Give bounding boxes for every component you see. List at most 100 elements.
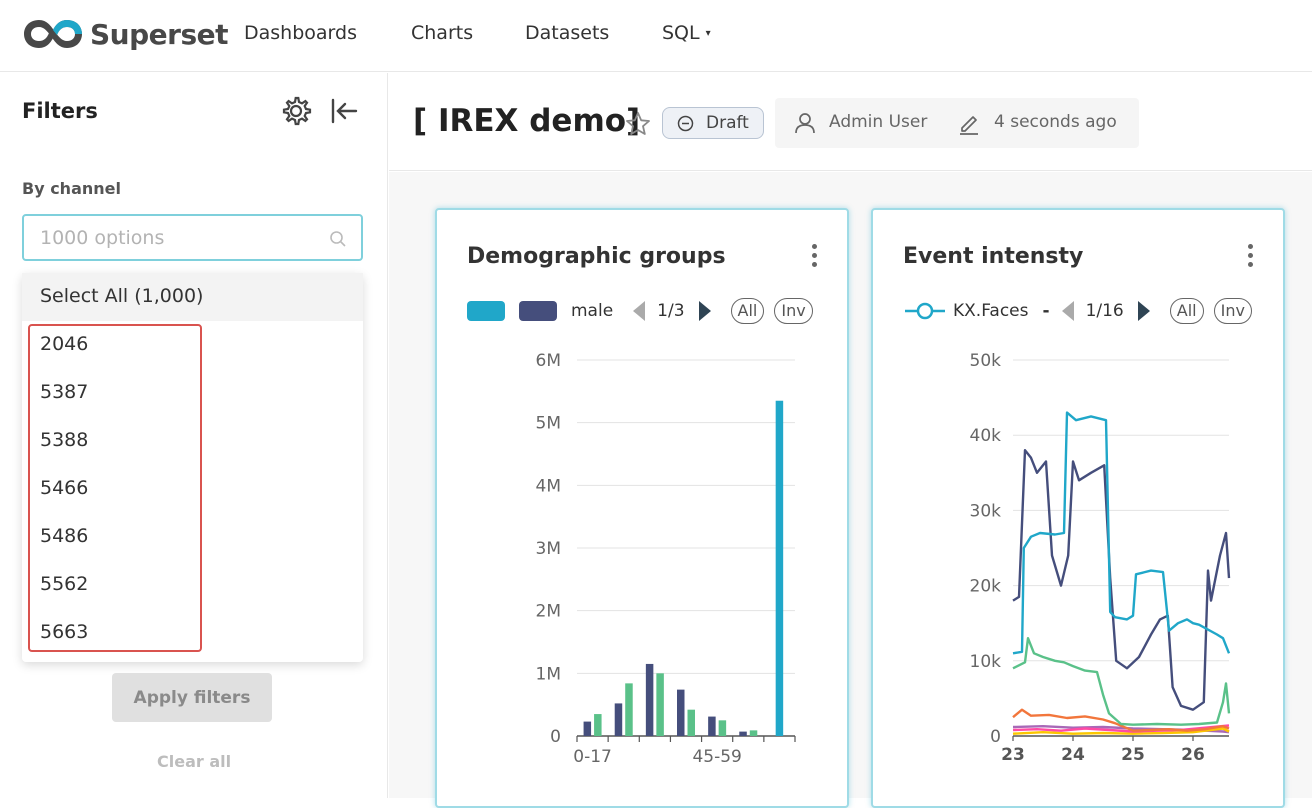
y-tick-label: 0 <box>990 727 1001 747</box>
event-intensity-line-chart: 0 10k 20k 30k 40k 50k 23 24 25 26 <box>970 351 1231 765</box>
bar <box>614 703 623 736</box>
x-tick-label: 0-17 <box>573 747 612 767</box>
chart-card-intensity: Event intensty KX.Faces - 1/16 All Inv 0… <box>871 208 1285 808</box>
bar <box>718 720 727 736</box>
bar <box>775 400 784 736</box>
draft-status-badge[interactable]: Draft <box>662 107 764 139</box>
more-vertical-icon[interactable] <box>1245 244 1255 272</box>
chart-title: Event intensty <box>903 244 1084 269</box>
option-item[interactable]: 5387 <box>22 369 363 417</box>
y-tick-label: 20k <box>970 577 1002 597</box>
legend-page: 1/3 <box>657 301 685 321</box>
filter-label-by-channel: By channel <box>22 179 121 198</box>
nav-sql-label: SQL <box>662 22 700 44</box>
legend-label[interactable]: KX.Faces <box>953 301 1029 321</box>
superset-logo-icon <box>24 20 82 48</box>
caret-down-icon: ▾ <box>705 28 711 39</box>
bar <box>645 663 654 736</box>
legend-swatch[interactable] <box>467 301 505 321</box>
dashboard-title[interactable]: [ IREX demo] <box>413 103 640 139</box>
draft-label: Draft <box>706 113 749 133</box>
legend-inv-button[interactable]: Inv <box>774 298 813 324</box>
x-tick-label: 26 <box>1181 745 1205 765</box>
nav-dashboards[interactable]: Dashboards <box>244 22 357 44</box>
bar <box>656 673 664 736</box>
minus-circle-icon <box>677 115 694 132</box>
dashboard-grid: Demographic groups male 1/3 All Inv 0 1M 2… <box>389 172 1312 808</box>
more-vertical-icon[interactable] <box>809 244 819 272</box>
chart-legend: KX.Faces - 1/16 All Inv <box>905 298 1252 324</box>
chart-card-demographic: Demographic groups male 1/3 All Inv 0 1M 2… <box>435 208 849 808</box>
legend-prev-icon[interactable] <box>633 301 646 321</box>
search-icon <box>330 231 346 247</box>
option-item[interactable]: 5663 <box>22 609 363 657</box>
legend-all-button[interactable]: All <box>1169 298 1204 324</box>
y-tick-label: 3M <box>536 539 561 559</box>
user-icon <box>795 113 815 134</box>
y-tick-label: 0 <box>550 727 561 747</box>
legend-swatch[interactable] <box>519 301 557 321</box>
bar <box>749 730 758 736</box>
series-line <box>1012 449 1231 711</box>
star-icon[interactable] <box>625 111 651 137</box>
legend-line-icon[interactable] <box>905 301 945 321</box>
x-tick-label: 45-59 <box>692 747 741 767</box>
y-tick-label: 10k <box>970 652 1002 672</box>
y-tick-label: 4M <box>536 476 561 496</box>
legend-inv-button[interactable]: Inv <box>1213 298 1252 324</box>
option-item[interactable]: 5388 <box>22 417 363 465</box>
bar <box>687 709 695 736</box>
gear-icon[interactable] <box>280 95 312 127</box>
bar <box>739 731 747 736</box>
dashboard-header: [ IREX demo] Draft Admin User 4 seconds … <box>389 73 1312 171</box>
channel-search-input[interactable] <box>40 225 320 251</box>
option-item[interactable]: 5466 <box>22 465 363 513</box>
brand-name: Superset <box>90 17 228 51</box>
bar <box>594 714 602 736</box>
nav-sql[interactable]: SQL ▾ <box>662 22 711 44</box>
channel-select[interactable] <box>22 214 363 261</box>
nav-charts[interactable]: Charts <box>411 22 473 44</box>
legend-page: 1/16 <box>1085 301 1124 321</box>
legend-separator: - <box>1042 301 1050 321</box>
series-line <box>1012 411 1231 655</box>
filter-sidebar: Filters By channel Select All (1,000) 20… <box>0 73 388 798</box>
modified-time: 4 seconds ago <box>994 112 1117 132</box>
bar <box>583 721 592 736</box>
demographic-bar-chart: 0 1M 2M 3M 4M 5M 6M 0-17 45-59 <box>536 351 796 767</box>
series-line <box>1012 637 1231 726</box>
apply-filters-button[interactable]: Apply filters <box>112 673 272 722</box>
y-tick-label: 2M <box>536 602 561 622</box>
clear-all-button[interactable]: Clear all <box>157 752 231 771</box>
filters-title: Filters <box>22 99 98 123</box>
y-tick-label: 30k <box>970 501 1002 521</box>
legend-prev-icon[interactable] <box>1061 301 1074 321</box>
legend-next-icon[interactable] <box>1137 301 1150 321</box>
bar <box>708 716 716 736</box>
top-nav: Superset Dashboards Charts Datasets SQL ▾ <box>0 0 1312 72</box>
option-item[interactable]: 2046 <box>22 321 363 369</box>
select-all-option[interactable]: Select All (1,000) <box>22 273 363 321</box>
bar <box>625 683 633 736</box>
chart-legend: male 1/3 All Inv <box>467 298 813 324</box>
legend-next-icon[interactable] <box>698 301 711 321</box>
option-item[interactable]: 5562 <box>22 561 363 609</box>
x-tick-label: 24 <box>1061 745 1085 765</box>
chart-title: Demographic groups <box>467 244 726 269</box>
bar <box>677 689 685 736</box>
legend-all-button[interactable]: All <box>730 298 765 324</box>
y-tick-label: 40k <box>970 426 1002 446</box>
owner-name: Admin User <box>829 112 928 132</box>
legend-label[interactable]: male <box>571 301 613 321</box>
nav-datasets[interactable]: Datasets <box>525 22 609 44</box>
y-tick-label: 6M <box>536 351 561 371</box>
x-tick-label: 23 <box>1001 745 1025 765</box>
channel-options-dropdown: Select All (1,000) 2046 5387 5388 5466 5… <box>22 273 363 662</box>
edit-icon <box>960 116 978 135</box>
y-tick-label: 5M <box>536 414 561 434</box>
option-item[interactable]: 5486 <box>22 513 363 561</box>
superset-logo[interactable]: Superset <box>22 14 228 54</box>
y-tick-label: 1M <box>536 664 561 684</box>
dashboard-metadata: Admin User 4 seconds ago <box>775 98 1139 148</box>
collapse-sidebar-icon[interactable] <box>328 95 360 127</box>
